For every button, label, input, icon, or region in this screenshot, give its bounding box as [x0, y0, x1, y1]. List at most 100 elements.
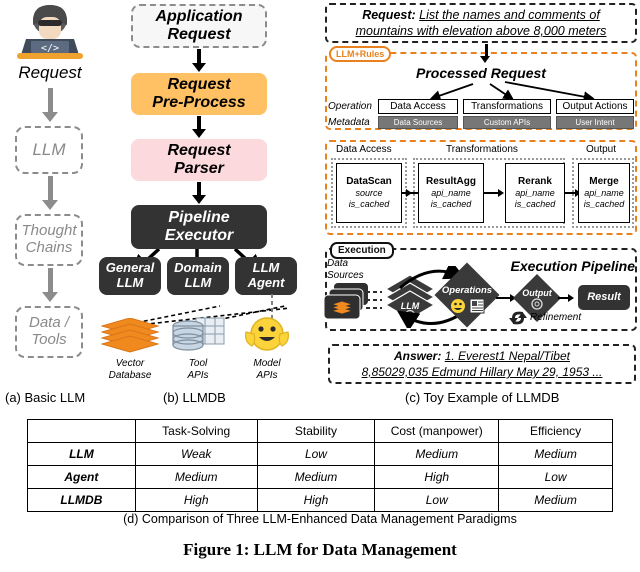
row-label-metadata: Metadata [328, 117, 370, 128]
table-header-row: Task-Solving Stability Cost (manpower) E… [27, 419, 613, 443]
answer-line-2: 8,85029,035 Edmund Hillary May 29, 1953 … [361, 365, 603, 379]
arrow-head [192, 195, 206, 204]
layers-stack-icon [100, 317, 160, 356]
arrow-head [192, 129, 206, 138]
node-name: Merge [589, 176, 619, 188]
database-cylinder-icon [170, 316, 226, 356]
pipeline-node-merge: Merge api_name is_cached [578, 163, 630, 223]
node-attr-2: is_cached [514, 198, 556, 209]
pipeline-node-datascan: DataScan source is_cached [336, 163, 402, 223]
operations-label: Operations [441, 285, 493, 296]
node-attr-2: is_cached [348, 198, 390, 209]
row-label-operation: Operation [328, 101, 372, 112]
request-text: Request: List the names and comments of … [330, 5, 632, 41]
table-row: LLM Weak Low Medium Medium [27, 442, 613, 466]
actor-request-label: Request [18, 63, 82, 83]
cell-agent-task-solving: Medium [134, 465, 258, 489]
pipeline-node-rerank: Rerank api_name is_cached [505, 163, 565, 223]
arrow-datascan-to-resultagg [402, 192, 418, 194]
node-llm-agent: LLM Agent [235, 257, 297, 295]
cell-llmdb-task-solving: High [134, 488, 258, 512]
data-sources-label: Data Sources [327, 258, 364, 281]
table-row: Agent Medium Medium High Low [27, 465, 613, 489]
arrow-head [498, 189, 504, 197]
node-attr-1: api_name [431, 188, 471, 199]
operation-cell-output-actions: Output Actions [556, 99, 634, 114]
cell-llm-cost: Medium [374, 442, 500, 466]
node-data-tools: Data / Tools [15, 306, 83, 358]
panel-d-caption: (d) Comparison of Three LLM-Enhanced Dat… [123, 512, 517, 526]
node-name: ResultAgg [426, 176, 476, 188]
node-general-llm: General LLM [99, 257, 161, 295]
metadata-cell-user-intent: User Intent [556, 116, 634, 129]
result-node: Result [578, 285, 630, 310]
cell-llmdb-efficiency: Medium [498, 488, 613, 512]
arrow-request-to-llm [48, 88, 53, 114]
stage-label-transformations: Transformations [446, 144, 518, 155]
refinement-icon [509, 311, 527, 325]
cell-llmdb-cost: Low [374, 488, 500, 512]
stage-label-output: Output [586, 144, 617, 155]
svg-text:</>: </> [41, 43, 59, 54]
node-request-parser: Request Parser [131, 139, 267, 181]
execution-tag: Execution [330, 242, 394, 259]
row-name-agent: Agent [27, 465, 136, 489]
node-llm: LLM [15, 126, 83, 174]
node-name: Rerank [518, 176, 552, 188]
answer-line-1: 1. Everest1 Nepal/Tibet [444, 348, 570, 363]
arrow-head [568, 294, 574, 302]
table-header-cell-4: Efficiency [498, 419, 613, 443]
answer-text: Answer: 1. Everest1 Nepal/Tibet 8,85029,… [332, 346, 632, 382]
node-attr-1: source [355, 188, 383, 199]
cell-llm-stability: Low [256, 442, 376, 466]
row-name-llmdb: LLMDB [27, 488, 136, 512]
output-gear-icon [531, 298, 543, 310]
processed-request-title: Processed Request [416, 65, 546, 81]
tool-apis-label: Tool APIs [187, 358, 209, 381]
arrow-thought-to-data [48, 268, 53, 294]
cell-agent-cost: High [374, 465, 500, 489]
metadata-cell-custom-apis: Custom APIs [463, 116, 551, 129]
cell-llm-task-solving: Weak [134, 442, 258, 466]
table-header-cell-2: Stability [256, 419, 376, 443]
data-sources-icon [324, 283, 368, 320]
node-domain-llm: Domain LLM [167, 257, 229, 295]
arrow-head [42, 112, 58, 122]
cell-agent-stability: Medium [256, 465, 376, 489]
arrow-head [42, 200, 58, 210]
node-request-pre-process: Request Pre-Process [131, 73, 267, 115]
llm-rules-tag: LLM+Rules [329, 46, 392, 62]
panel-a-caption: (a) Basic LLM [5, 390, 86, 405]
table-header-cell-0 [27, 419, 136, 443]
operation-cell-transformations: Transformations [463, 99, 551, 114]
pipeline-node-resultagg: ResultAgg api_name is_cached [418, 163, 484, 223]
request-label: Request: [362, 7, 416, 22]
row-name-llm: LLM [27, 442, 136, 466]
panel-b-caption: (b) LLMDB [163, 390, 226, 405]
arrow-head [192, 63, 206, 72]
stage-label-data-access: Data Access [336, 144, 392, 155]
node-attr-1: api_name [515, 188, 555, 199]
table-header-cell-1: Task-Solving [134, 419, 258, 443]
node-attr-2: is_cached [583, 198, 625, 209]
cell-llm-efficiency: Medium [498, 442, 613, 466]
refinement-label: Refinement [530, 312, 582, 323]
figure-llm-data-management: </> Request LLM Thought Chains Data / To… [0, 0, 640, 572]
operations-icons [451, 298, 485, 314]
table-header-cell-3: Cost (manpower) [374, 419, 500, 443]
request-line-2: mountains with elevation above 8,000 met… [355, 24, 607, 38]
node-attr-1: api_name [584, 188, 624, 199]
node-pipeline-executor: Pipeline Executor [131, 205, 267, 249]
arrow-head [42, 292, 58, 302]
cell-agent-efficiency: Low [498, 465, 613, 489]
arrow-llm-to-thought [48, 176, 53, 202]
table-row: LLMDB High High Low Medium [27, 488, 613, 512]
request-line-1: List the names and comments of [419, 7, 600, 22]
model-apis-label: Model APIs [253, 358, 281, 381]
hugging-face-icon [244, 314, 290, 356]
developer-laptop-icon: </> [10, 2, 90, 64]
node-name: DataScan [346, 176, 392, 188]
comparison-table: Task-Solving Stability Cost (manpower) E… [27, 419, 613, 512]
arrow-head [480, 56, 490, 63]
node-application-request: Application Request [131, 4, 267, 48]
